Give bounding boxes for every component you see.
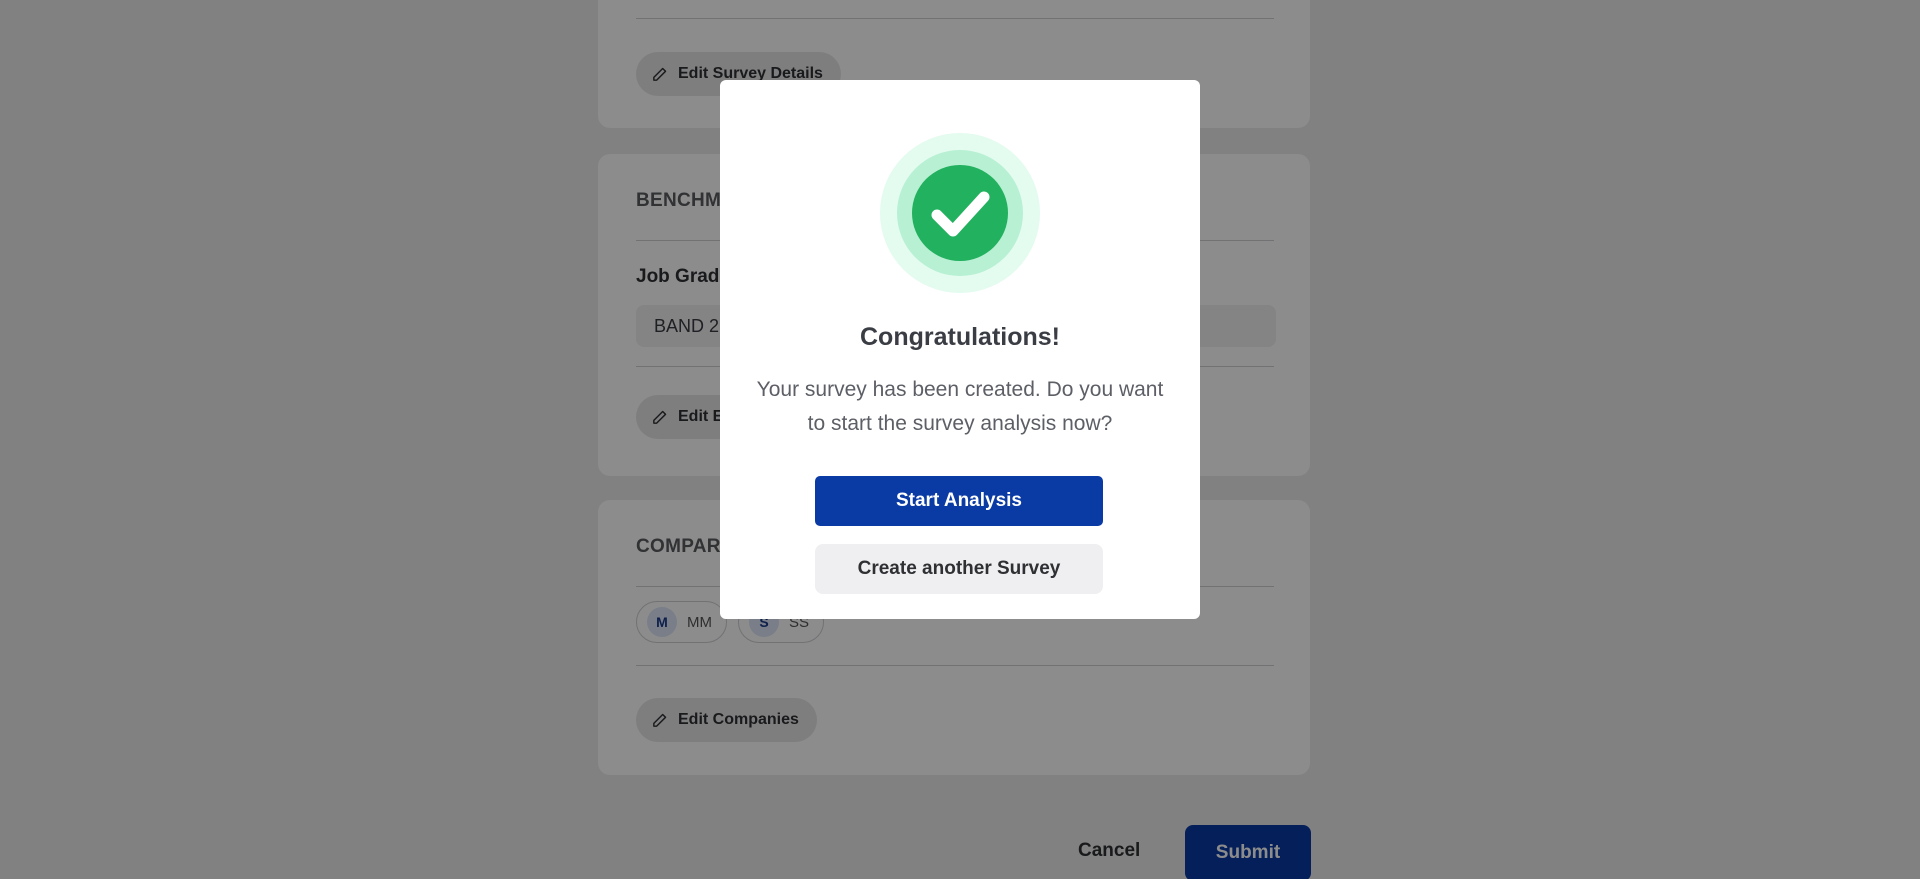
create-another-survey-button[interactable]: Create another Survey bbox=[815, 544, 1103, 594]
success-dialog: Congratulations! Your survey has been cr… bbox=[720, 80, 1200, 619]
dialog-message: Your survey has been created. Do you wan… bbox=[756, 378, 1164, 435]
check-circle-icon bbox=[880, 133, 1040, 293]
start-analysis-button[interactable]: Start Analysis bbox=[815, 476, 1103, 526]
dialog-title: Congratulations! bbox=[860, 323, 1060, 351]
